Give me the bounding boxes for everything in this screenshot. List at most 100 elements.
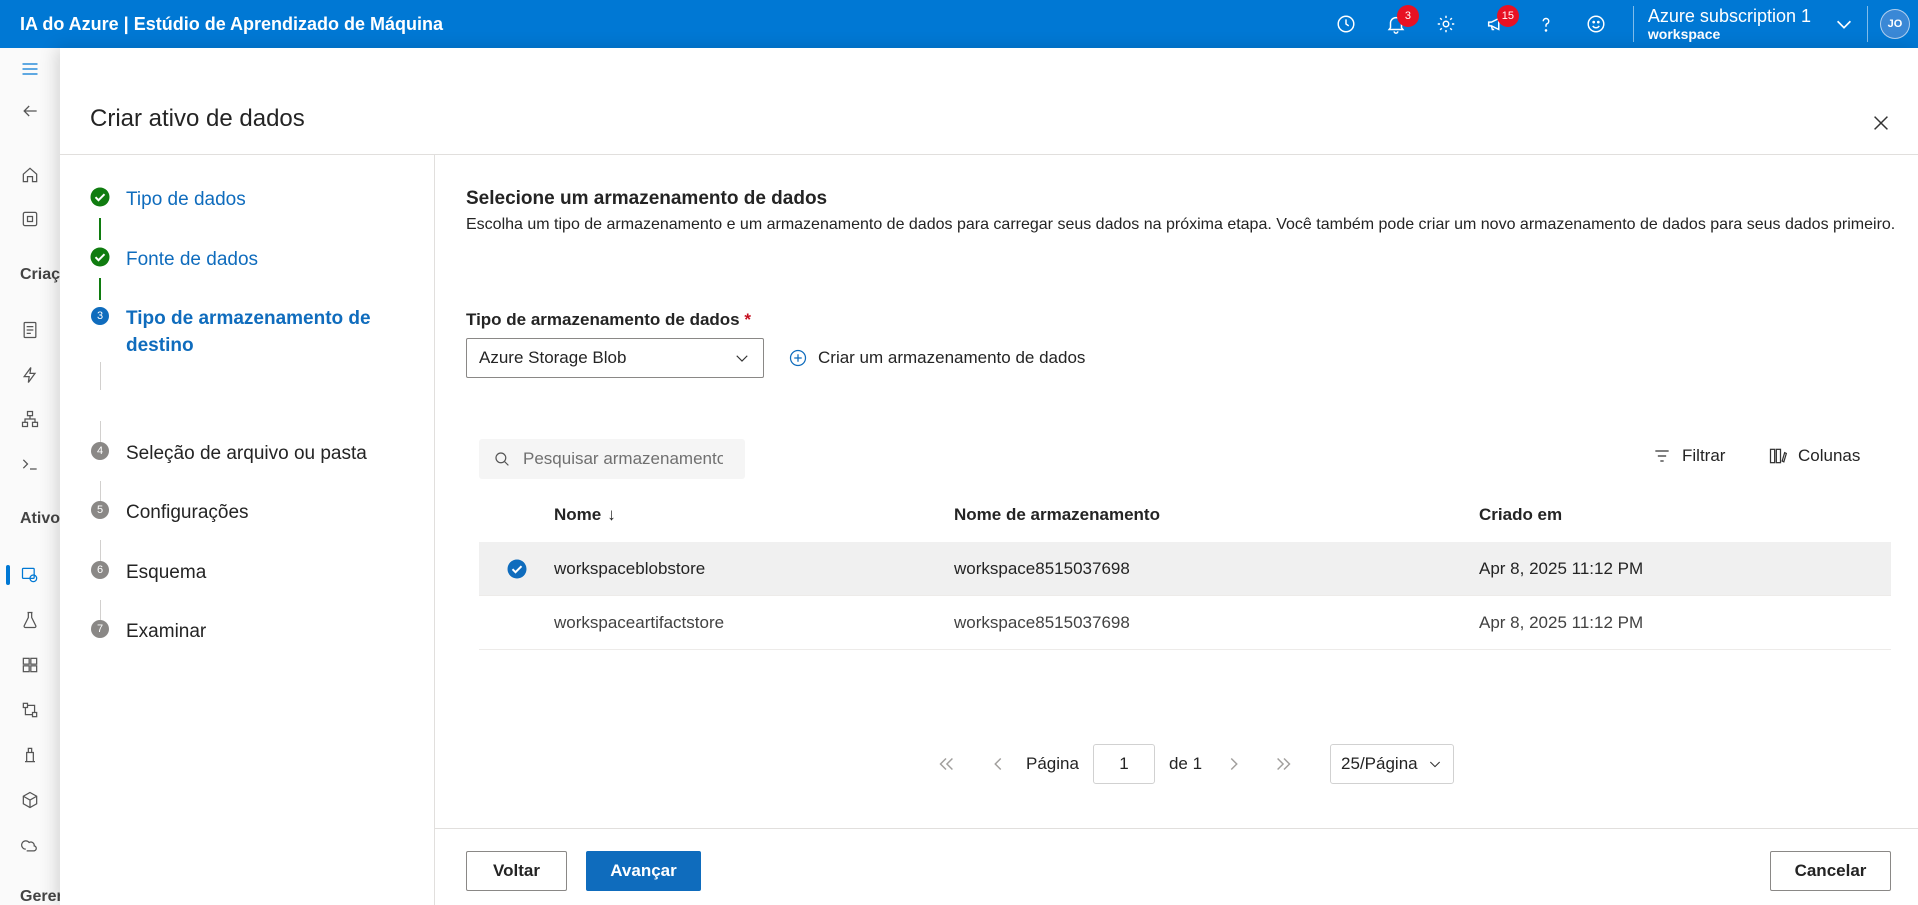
step-label: Tipo de dados: [126, 189, 246, 210]
flask-icon[interactable]: [20, 609, 56, 631]
columns-button[interactable]: Colunas: [1768, 446, 1860, 466]
cell-name: workspaceartifactstore: [554, 612, 725, 632]
table-header: Nome ↓ Nome de armazenamento Criado em: [479, 488, 1891, 542]
create-datastore-label: Criar um armazenamento de dados: [818, 348, 1086, 367]
add-circle-icon: [789, 349, 807, 367]
avatar[interactable]: JO: [1880, 9, 1910, 39]
left-nav: Criaç Ativo Geren: [0, 48, 66, 905]
header-divider: [1632, 6, 1634, 42]
datastore-search[interactable]: [479, 439, 745, 479]
active-indicator: [6, 565, 10, 585]
step-label: Tipo de armazenamento de destino: [126, 308, 371, 356]
subscription-name: Azure subscription 1: [1647, 5, 1811, 26]
close-icon: [1874, 116, 1888, 130]
history-icon[interactable]: [1321, 0, 1371, 48]
column-header-created[interactable]: Criado em: [1479, 505, 1891, 525]
notifications-button[interactable]: 3: [1371, 0, 1421, 48]
search-input[interactable]: [523, 449, 723, 469]
step-file-folder-selection: 4 Seleção de arquivo ou pasta: [90, 440, 396, 467]
column-header-name[interactable]: Nome ↓: [554, 505, 954, 525]
chevron-right-icon: [1230, 757, 1238, 771]
close-button[interactable]: [1870, 112, 1892, 134]
help-icon[interactable]: [1521, 0, 1571, 48]
checkmark-circle-icon: [507, 559, 526, 578]
filter-label: Filtrar: [1682, 446, 1726, 465]
step-number: 5: [91, 501, 109, 519]
automl-icon[interactable]: [20, 364, 56, 386]
models-icon[interactable]: [20, 789, 56, 811]
feedback-button[interactable]: 15: [1471, 0, 1521, 48]
step-destination-storage-type[interactable]: 3 Tipo de armazenamento de destino: [90, 305, 396, 359]
components-icon[interactable]: [20, 654, 56, 676]
step-number: 7: [91, 620, 109, 638]
previous-page-button[interactable]: [978, 744, 1018, 784]
row-select-cell[interactable]: [479, 559, 554, 579]
page-size-value: 25/Página: [1341, 754, 1418, 773]
step-label: Esquema: [126, 562, 207, 583]
nav-section-assets: Ativo: [20, 510, 60, 527]
pagination: Página 1 de 1 25/Página: [926, 744, 1455, 784]
cell-created: Apr 8, 2025 11:12 PM: [1479, 612, 1644, 632]
filter-icon: [1655, 450, 1669, 462]
required-mark: *: [744, 310, 751, 329]
create-datastore-button[interactable]: Criar um armazenamento de dados: [788, 348, 1085, 368]
page-number-input[interactable]: 1: [1092, 744, 1155, 784]
back-button[interactable]: Voltar: [466, 851, 567, 891]
step-review: 7 Examinar: [90, 618, 396, 645]
gear-icon[interactable]: [1421, 0, 1471, 48]
chevron-left-icon: [994, 757, 1002, 771]
step-schema: 6 Esquema: [90, 559, 396, 586]
store-type-value: Azure Storage Blob: [479, 348, 627, 367]
home-icon[interactable]: [20, 164, 56, 186]
step-number: 6: [91, 561, 109, 579]
store-type-dropdown[interactable]: Azure Storage Blob: [466, 338, 764, 378]
step-label: Fonte de dados: [126, 249, 259, 270]
double-chevron-right-icon: [1277, 757, 1291, 771]
endpoints-icon[interactable]: [20, 834, 56, 856]
header-divider: [1867, 6, 1868, 42]
hamburger-menu-icon[interactable]: [20, 58, 56, 80]
feedback-badge: 15: [1496, 5, 1519, 27]
environments-icon[interactable]: [20, 744, 56, 766]
check-circle-icon: [90, 247, 110, 267]
table-row[interactable]: workspaceblobstore workspace8515037698 A…: [479, 542, 1891, 596]
columns-label: Colunas: [1798, 446, 1861, 465]
step-label: Examinar: [126, 621, 207, 642]
page-label: Página: [1026, 754, 1079, 773]
smiley-icon[interactable]: [1571, 0, 1621, 48]
pipelines-icon[interactable]: [20, 699, 56, 721]
step-connector: [99, 218, 101, 240]
cell-storage: workspace8515037698: [954, 612, 1130, 632]
first-page-button[interactable]: [926, 744, 966, 784]
subscription-switcher[interactable]: Azure subscription 1 workspace: [1648, 0, 1867, 48]
step-settings: 5 Configurações: [90, 499, 396, 526]
step-connector: [100, 362, 101, 390]
notebook-icon[interactable]: [20, 319, 56, 341]
back-arrow-icon[interactable]: [20, 100, 56, 122]
step-data-type[interactable]: Tipo de dados: [90, 186, 396, 213]
app-title[interactable]: IA do Azure | Estúdio de Aprendizado de …: [0, 14, 1321, 35]
next-button[interactable]: Avançar: [586, 851, 701, 891]
chevron-down-icon: [1429, 761, 1441, 768]
section-title: Selecione um armazenamento de dados: [466, 188, 828, 209]
last-page-button[interactable]: [1264, 744, 1304, 784]
nav-section-authoring: Criaç: [20, 266, 61, 283]
catalog-icon[interactable]: [20, 208, 56, 230]
prompt-icon[interactable]: [20, 453, 56, 475]
cell-name: workspaceblobstore: [554, 558, 706, 578]
table-row[interactable]: workspaceartifactstore workspace85150376…: [479, 596, 1891, 650]
step-label: Configurações: [126, 502, 249, 523]
next-page-button[interactable]: [1214, 744, 1254, 784]
step-number: 3: [91, 307, 109, 325]
cancel-button[interactable]: Cancelar: [1770, 851, 1891, 891]
chevron-down-icon: [1836, 20, 1852, 29]
step-data-source[interactable]: Fonte de dados: [90, 246, 396, 273]
notifications-badge: 3: [1396, 5, 1419, 27]
data-icon[interactable]: [20, 564, 56, 586]
filter-button[interactable]: Filtrar: [1652, 446, 1725, 466]
column-header-storage[interactable]: Nome de armazenamento: [954, 505, 1479, 525]
step-label: Seleção de arquivo ou pasta: [126, 443, 367, 464]
designer-icon[interactable]: [20, 408, 56, 430]
double-chevron-left-icon: [939, 757, 953, 771]
page-size-dropdown[interactable]: 25/Página: [1330, 744, 1455, 784]
